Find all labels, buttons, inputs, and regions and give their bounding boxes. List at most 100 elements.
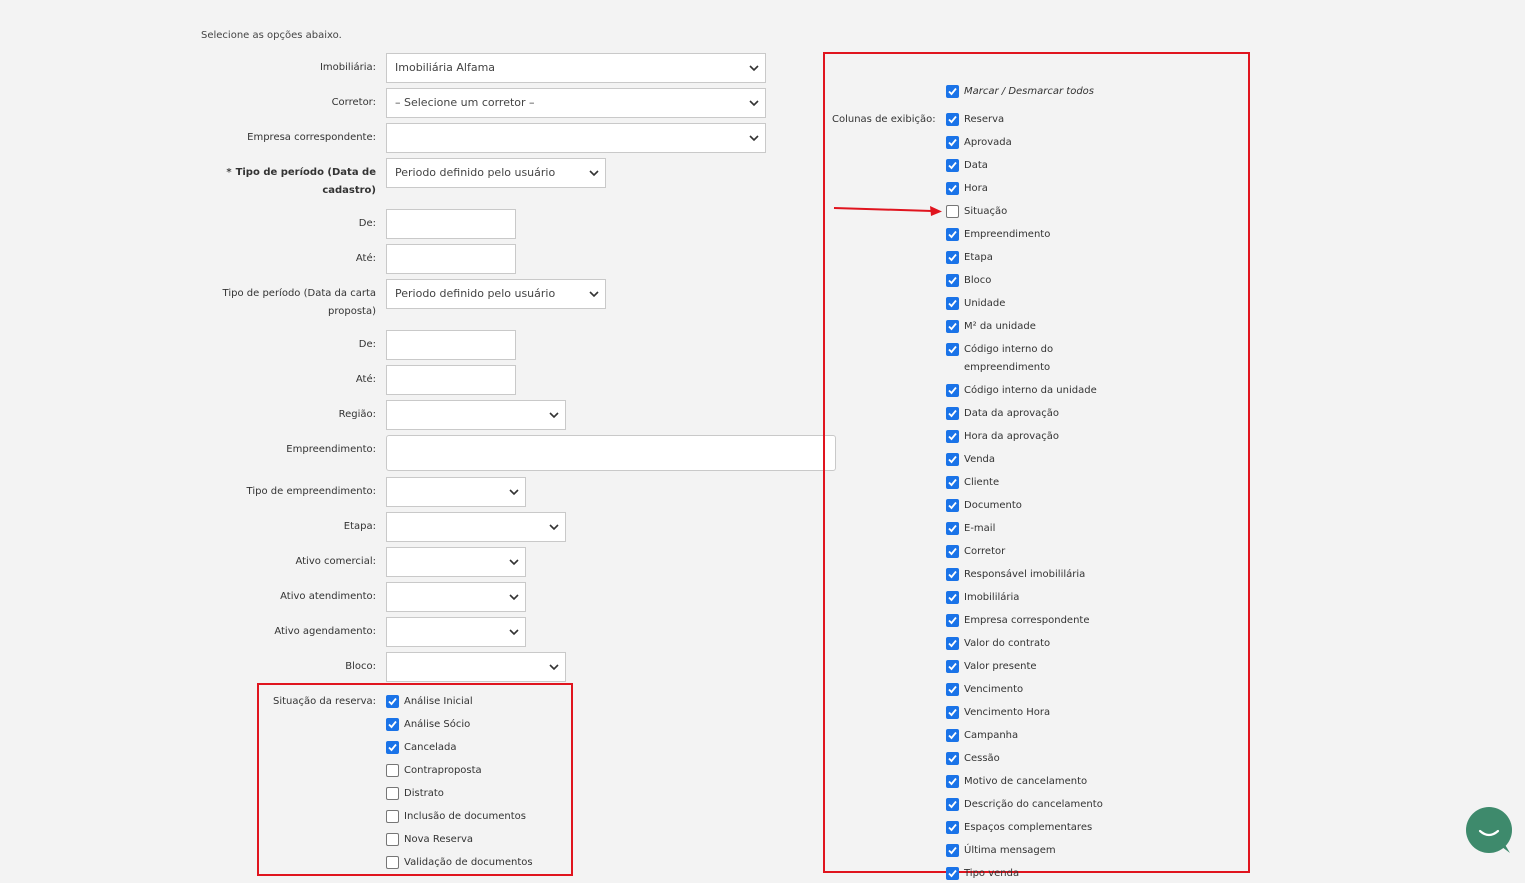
chat-widget-button[interactable] — [1466, 807, 1512, 853]
colunas-option-label[interactable]: Documento — [964, 497, 1022, 515]
check-icon — [948, 478, 957, 487]
toggle-all-label[interactable]: Marcar / Desmarcar todos — [964, 83, 1094, 101]
corretor-select[interactable]: – Selecione um corretor – — [386, 88, 766, 118]
colunas-option-checkbox[interactable] — [946, 228, 959, 241]
colunas-option-label[interactable]: M² da unidade — [964, 318, 1036, 336]
bloco-select[interactable] — [386, 652, 566, 682]
ativo-atendimento-select[interactable] — [386, 582, 526, 612]
empreendimento-multiselect[interactable] — [386, 435, 836, 471]
colunas-option-checkbox[interactable] — [946, 729, 959, 742]
colunas-option-label[interactable]: Responsável imobililária — [964, 566, 1085, 584]
colunas-option-label[interactable]: Reserva — [964, 111, 1004, 129]
colunas-option-checkbox[interactable] — [946, 614, 959, 627]
de2-input[interactable] — [386, 330, 516, 360]
colunas-option-checkbox[interactable] — [946, 798, 959, 811]
colunas-option-label[interactable]: Campanha — [964, 727, 1018, 745]
colunas-option-label[interactable]: Cessão — [964, 750, 1000, 768]
colunas-option-checkbox[interactable] — [946, 343, 959, 356]
colunas-option-checkbox[interactable] — [946, 407, 959, 420]
colunas-option-checkbox[interactable] — [946, 683, 959, 696]
imobiliaria-select[interactable]: Imobiliária Alfama — [386, 53, 766, 83]
check-icon — [948, 685, 957, 694]
check-icon — [948, 345, 957, 354]
colunas-option-label[interactable]: E-mail — [964, 520, 995, 538]
tipo-periodo-carta-select[interactable]: Periodo definido pelo usuário — [386, 279, 606, 309]
check-icon — [948, 276, 957, 285]
colunas-option-checkbox[interactable] — [946, 182, 959, 195]
ate2-input[interactable] — [386, 365, 516, 395]
colunas-option-checkbox[interactable] — [946, 453, 959, 466]
etapa-select[interactable] — [386, 512, 566, 542]
colunas-option-checkbox[interactable] — [946, 159, 959, 172]
colunas-option-label[interactable]: Hora da aprovação — [964, 428, 1059, 446]
colunas-option-checkbox[interactable] — [946, 821, 959, 834]
colunas-option-checkbox[interactable] — [946, 867, 959, 880]
colunas-option-label[interactable]: Corretor — [964, 543, 1005, 561]
colunas-option-checkbox[interactable] — [946, 136, 959, 149]
tipo-periodo-cadastro-select[interactable]: Periodo definido pelo usuário — [386, 158, 606, 188]
colunas-option-label[interactable]: Descrição do cancelamento — [964, 796, 1103, 814]
colunas-option-checkbox[interactable] — [946, 706, 959, 719]
colunas-option-checkbox[interactable] — [946, 545, 959, 558]
colunas-option-label[interactable]: Situação — [964, 203, 1007, 221]
colunas-option-checkbox[interactable] — [946, 205, 959, 218]
colunas-option-label[interactable]: Valor presente — [964, 658, 1037, 676]
check-icon — [948, 501, 957, 510]
colunas-option-label[interactable]: Código interno do — [964, 341, 1053, 359]
colunas-option-label[interactable]: Aprovada — [964, 134, 1012, 152]
colunas-option-checkbox[interactable] — [946, 430, 959, 443]
colunas-option-checkbox[interactable] — [946, 384, 959, 397]
colunas-option-label[interactable]: Hora — [964, 180, 988, 198]
highlight-box-situacao — [257, 683, 573, 876]
colunas-option-checkbox[interactable] — [946, 297, 959, 310]
colunas-option-label[interactable]: Data da aprovação — [964, 405, 1059, 423]
toggle-all-checkbox[interactable] — [946, 85, 959, 98]
ativo-agendamento-select[interactable] — [386, 617, 526, 647]
colunas-option-label[interactable]: Código interno da unidade — [964, 382, 1097, 400]
colunas-option-label[interactable]: Valor do contrato — [964, 635, 1050, 653]
colunas-option-checkbox[interactable] — [946, 320, 959, 333]
colunas-option-label[interactable]: Imobililária — [964, 589, 1019, 607]
colunas-option-checkbox[interactable] — [946, 775, 959, 788]
tipo-empreendimento-select[interactable] — [386, 477, 526, 507]
ate2-label: Até: — [355, 374, 376, 385]
colunas-option-checkbox[interactable] — [946, 752, 959, 765]
colunas-option-label[interactable]: Última mensagem — [964, 842, 1056, 860]
tipo-periodo-carta-line1: Tipo de período (Data da carta — [222, 288, 376, 299]
colunas-option-label[interactable]: Data — [964, 157, 988, 175]
colunas-option-checkbox[interactable] — [946, 568, 959, 581]
check-icon — [948, 87, 957, 96]
colunas-option-label[interactable]: Etapa — [964, 249, 993, 267]
colunas-option-label[interactable]: Empresa correspondente — [964, 612, 1090, 630]
colunas-option-checkbox[interactable] — [946, 499, 959, 512]
colunas-option-label[interactable]: Tipo venda — [964, 865, 1019, 883]
empresa-select[interactable] — [386, 123, 766, 153]
ate1-input[interactable] — [386, 244, 516, 274]
colunas-option-checkbox[interactable] — [946, 476, 959, 489]
colunas-option-label[interactable]: Vencimento — [964, 681, 1023, 699]
colunas-option-label-line2[interactable]: empreendimento — [964, 359, 1050, 377]
colunas-option-label[interactable]: Unidade — [964, 295, 1005, 313]
regiao-select[interactable] — [386, 400, 566, 430]
de1-input[interactable] — [386, 209, 516, 239]
colunas-option-checkbox[interactable] — [946, 660, 959, 673]
colunas-option-label[interactable]: Espaços complementares — [964, 819, 1092, 837]
ativo-agendamento-label: Ativo agendamento: — [274, 626, 376, 637]
colunas-option-label[interactable]: Bloco — [964, 272, 991, 290]
colunas-option-label[interactable]: Empreendimento — [964, 226, 1050, 244]
colunas-option-checkbox[interactable] — [946, 591, 959, 604]
tipo-periodo-cadastro-label: * Tipo de período (Data de cadastro) — [176, 164, 376, 200]
colunas-option-checkbox[interactable] — [946, 522, 959, 535]
ativo-comercial-select[interactable] — [386, 547, 526, 577]
colunas-option-label[interactable]: Vencimento Hora — [964, 704, 1050, 722]
colunas-option-checkbox[interactable] — [946, 637, 959, 650]
ativo-comercial-label: Ativo comercial: — [295, 556, 376, 567]
colunas-option-checkbox[interactable] — [946, 251, 959, 264]
colunas-option-label[interactable]: Cliente — [964, 474, 999, 492]
colunas-option-checkbox[interactable] — [946, 274, 959, 287]
colunas-option-label[interactable]: Motivo de cancelamento — [964, 773, 1087, 791]
colunas-option-label[interactable]: Venda — [964, 451, 995, 469]
chevron-down-icon — [589, 170, 599, 177]
colunas-option-checkbox[interactable] — [946, 844, 959, 857]
colunas-option-checkbox[interactable] — [946, 113, 959, 126]
